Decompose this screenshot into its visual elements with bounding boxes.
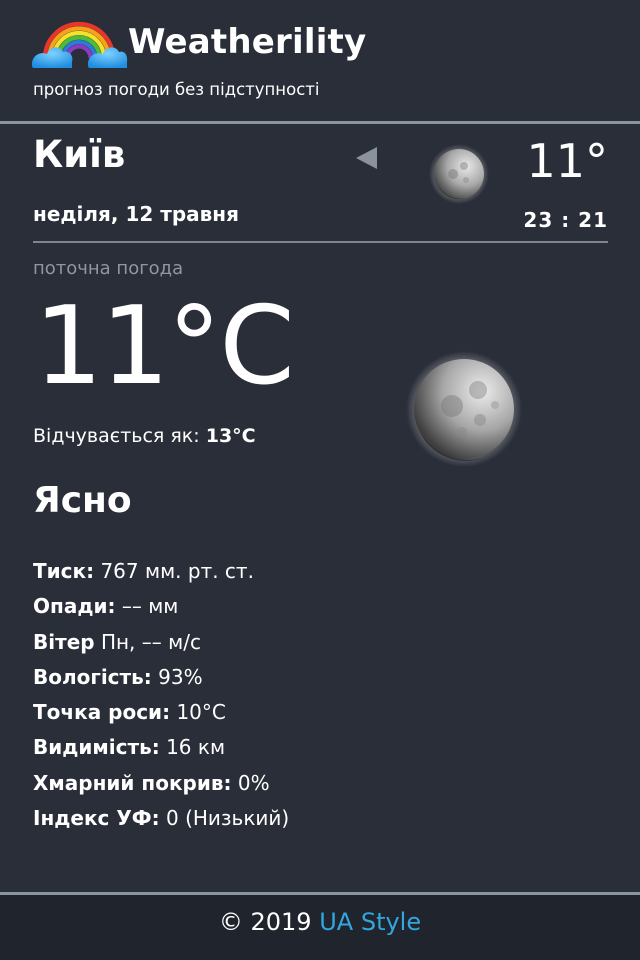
current-date: неділя, 12 травня	[33, 202, 239, 226]
detail-value: –– мм	[121, 594, 179, 619]
city-name: Київ	[33, 133, 126, 176]
detail-key: Опади:	[33, 594, 116, 619]
footer-link[interactable]: UA Style	[319, 908, 421, 936]
detail-value: 10°C	[176, 700, 226, 725]
triangle-left-icon[interactable]	[356, 147, 377, 169]
feels-like-label: Відчувається як:	[33, 425, 200, 447]
detail-key: Вологість:	[33, 664, 152, 689]
footer-text: © 2019 UA Style	[0, 908, 640, 936]
temperature-small: 11°	[526, 134, 608, 188]
detail-value: Пн, –– м/с	[100, 629, 201, 654]
header-divider	[0, 121, 640, 124]
detail-value: 0 (Низький)	[165, 806, 290, 831]
detail-value: 0%	[237, 770, 270, 795]
feels-like-value: 13°C	[205, 425, 256, 447]
weather-condition: Ясно	[33, 480, 132, 521]
page: Weatherility прогноз погоди без підступн…	[0, 0, 640, 960]
detail-key: Точка роси:	[33, 700, 171, 725]
copyright-text: © 2019	[218, 908, 312, 936]
detail-key: Видимість:	[33, 735, 160, 760]
app-subtitle: прогноз погоди без підступності	[33, 80, 320, 99]
detail-cloud-cover: Хмарний покрив: 0%	[33, 768, 289, 803]
feels-like: Відчувається як: 13°C	[33, 425, 256, 447]
detail-key: Тиск:	[33, 559, 95, 583]
app-header: Weatherility прогноз погоди без підступн…	[0, 0, 640, 121]
detail-uv-index: Індекс УФ: 0 (Низький)	[33, 803, 289, 838]
current-temperature: 11°C	[34, 284, 295, 409]
detail-humidity: Вологість: 93%	[33, 662, 289, 697]
detail-visibility: Видимість: 16 км	[33, 732, 289, 767]
app-title[interactable]: Weatherility	[128, 22, 366, 62]
detail-pressure: Тиск: 767 мм. рт. ст.	[33, 556, 289, 591]
detail-value: 16 км	[166, 735, 226, 760]
rainbow-cloud-icon[interactable]	[30, 18, 128, 70]
current-time: 23 : 21	[523, 208, 608, 232]
detail-key: Хмарний покрив:	[33, 770, 232, 795]
weather-details-list: Тиск: 767 мм. рт. ст. Опади: –– мм Вітер…	[33, 556, 289, 838]
detail-key: Індекс УФ:	[33, 806, 160, 831]
detail-value: 93%	[158, 664, 203, 689]
moon-icon	[406, 351, 522, 467]
detail-wind: Вітер Пн, –– м/с	[33, 627, 289, 662]
moon-icon	[429, 144, 489, 204]
current-weather-label: поточна погода	[33, 258, 184, 279]
location-divider	[33, 241, 608, 243]
footer: © 2019 UA Style	[0, 895, 640, 960]
detail-dew-point: Точка роси: 10°C	[33, 697, 289, 732]
detail-precipitation: Опади: –– мм	[33, 591, 289, 626]
detail-key: Вітер	[33, 629, 95, 654]
detail-value: 767 мм. рт. ст.	[100, 559, 254, 583]
